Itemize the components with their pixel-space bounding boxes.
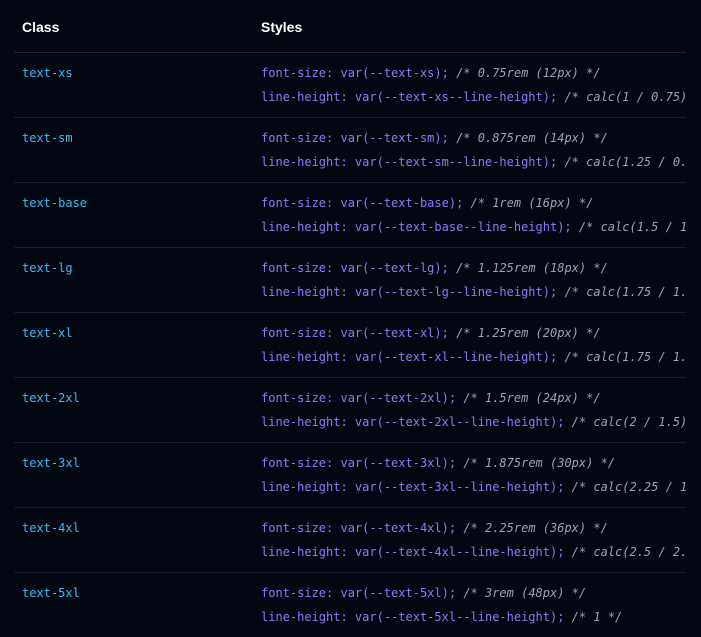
table-row: text-base font-size: var(--text-base); /… <box>14 183 686 248</box>
font-size-declaration: font-size: var(--text-lg); /* 1.125rem (… <box>261 261 608 275</box>
line-height-declaration: line-height: var(--text-xl--line-height)… <box>261 350 686 364</box>
code: line-height: var(--text-2xl--line-height… <box>261 415 565 429</box>
code-comment: /* calc(1 / 0.75) <box>564 90 686 104</box>
code: font-size: var(--text-base); <box>261 196 464 210</box>
code-comment: /* calc(2.5 / 2. <box>571 545 686 559</box>
font-size-declaration: font-size: var(--text-sm); /* 0.875rem (… <box>261 131 608 145</box>
code: line-height: var(--text-base--line-heigh… <box>261 220 572 234</box>
table-row: text-lg font-size: var(--text-lg); /* 1.… <box>14 248 686 313</box>
table-row: text-xl font-size: var(--text-xl); /* 1.… <box>14 313 686 378</box>
line-height-declaration: line-height: var(--text-4xl--line-height… <box>261 545 686 559</box>
code: font-size: var(--text-sm); <box>261 131 449 145</box>
code-comment: /* 1 */ <box>571 610 623 624</box>
class-name: text-5xl <box>22 586 80 600</box>
code: line-height: var(--text-sm--line-height)… <box>261 155 558 169</box>
code: line-height: var(--text-xl--line-height)… <box>261 350 558 364</box>
class-name: text-4xl <box>22 521 80 535</box>
code: font-size: var(--text-lg); <box>261 261 449 275</box>
table-row: text-3xl font-size: var(--text-3xl); /* … <box>14 443 686 508</box>
class-name: text-2xl <box>22 391 80 405</box>
line-height-declaration: line-height: var(--text-2xl--line-height… <box>261 415 686 429</box>
code-comment: /* 3rem (48px) */ <box>463 586 587 600</box>
code-comment: /* 0.875rem (14px) */ <box>456 131 608 145</box>
code: font-size: var(--text-4xl); <box>261 521 457 535</box>
class-name: text-3xl <box>22 456 80 470</box>
table-row: text-xs font-size: var(--text-xs); /* 0.… <box>14 53 686 118</box>
table-row: text-2xl font-size: var(--text-2xl); /* … <box>14 378 686 443</box>
code: font-size: var(--text-xl); <box>261 326 449 340</box>
font-size-declaration: font-size: var(--text-3xl); /* 1.875rem … <box>261 456 615 470</box>
font-size-declaration: font-size: var(--text-4xl); /* 2.25rem (… <box>261 521 608 535</box>
class-name: text-lg <box>22 261 73 275</box>
font-size-declaration: font-size: var(--text-5xl); /* 3rem (48p… <box>261 586 586 600</box>
code-comment: /* 1.5rem (24px) */ <box>463 391 601 405</box>
class-name: text-xs <box>22 66 73 80</box>
line-height-declaration: line-height: var(--text-5xl--line-height… <box>261 610 622 624</box>
table-row: text-4xl font-size: var(--text-4xl); /* … <box>14 508 686 573</box>
line-height-declaration: line-height: var(--text-base--line-heigh… <box>261 220 686 234</box>
code-comment: /* 1rem (16px) */ <box>470 196 594 210</box>
class-name: text-sm <box>22 131 73 145</box>
code-comment: /* calc(1.75 / 1. <box>564 285 686 299</box>
class-name: text-xl <box>22 326 73 340</box>
code: line-height: var(--text-4xl--line-height… <box>261 545 565 559</box>
column-header-class: Class <box>22 19 60 35</box>
font-size-declaration: font-size: var(--text-base); /* 1rem (16… <box>261 196 593 210</box>
code: line-height: var(--text-3xl--line-height… <box>261 480 565 494</box>
line-height-declaration: line-height: var(--text-sm--line-height)… <box>261 155 686 169</box>
code-comment: /* 0.75rem (12px) */ <box>456 66 601 80</box>
code-comment: /* calc(1.75 / 1. <box>564 350 686 364</box>
code: font-size: var(--text-5xl); <box>261 586 457 600</box>
code: line-height: var(--text-xs--line-height)… <box>261 90 558 104</box>
class-name: text-base <box>22 196 88 210</box>
font-size-declaration: font-size: var(--text-xl); /* 1.25rem (2… <box>261 326 601 340</box>
line-height-declaration: line-height: var(--text-3xl--line-height… <box>261 480 686 494</box>
font-size-table: Class Styles text-xs font-size: var(--te… <box>14 0 686 637</box>
line-height-declaration: line-height: var(--text-lg--line-height)… <box>261 285 686 299</box>
table-row: text-sm font-size: var(--text-sm); /* 0.… <box>14 118 686 183</box>
code: font-size: var(--text-3xl); <box>261 456 457 470</box>
line-height-declaration: line-height: var(--text-xs--line-height)… <box>261 90 686 104</box>
code-comment: /* 1.25rem (20px) */ <box>456 326 601 340</box>
column-header-styles: Styles <box>261 19 303 35</box>
code: font-size: var(--text-xs); <box>261 66 449 80</box>
font-size-declaration: font-size: var(--text-2xl); /* 1.5rem (2… <box>261 391 601 405</box>
code-comment: /* 1.875rem (30px) */ <box>463 456 616 470</box>
code-comment: /* 2.25rem (36px) */ <box>463 521 608 535</box>
code: font-size: var(--text-2xl); <box>261 391 457 405</box>
code-comment: /* calc(2.25 / 1 <box>571 480 686 494</box>
font-size-declaration: font-size: var(--text-xs); /* 0.75rem (1… <box>261 66 601 80</box>
code: line-height: var(--text-lg--line-height)… <box>261 285 558 299</box>
code-comment: /* 1.125rem (18px) */ <box>456 261 608 275</box>
code-comment: /* calc(2 / 1.5) <box>571 415 686 429</box>
table-header: Class Styles <box>14 0 686 53</box>
code-comment: /* calc(1.5 / 1 <box>578 220 686 234</box>
code-comment: /* calc(1.25 / 0. <box>564 155 686 169</box>
code: line-height: var(--text-5xl--line-height… <box>261 610 565 624</box>
table-row: text-5xl font-size: var(--text-5xl); /* … <box>14 573 686 637</box>
